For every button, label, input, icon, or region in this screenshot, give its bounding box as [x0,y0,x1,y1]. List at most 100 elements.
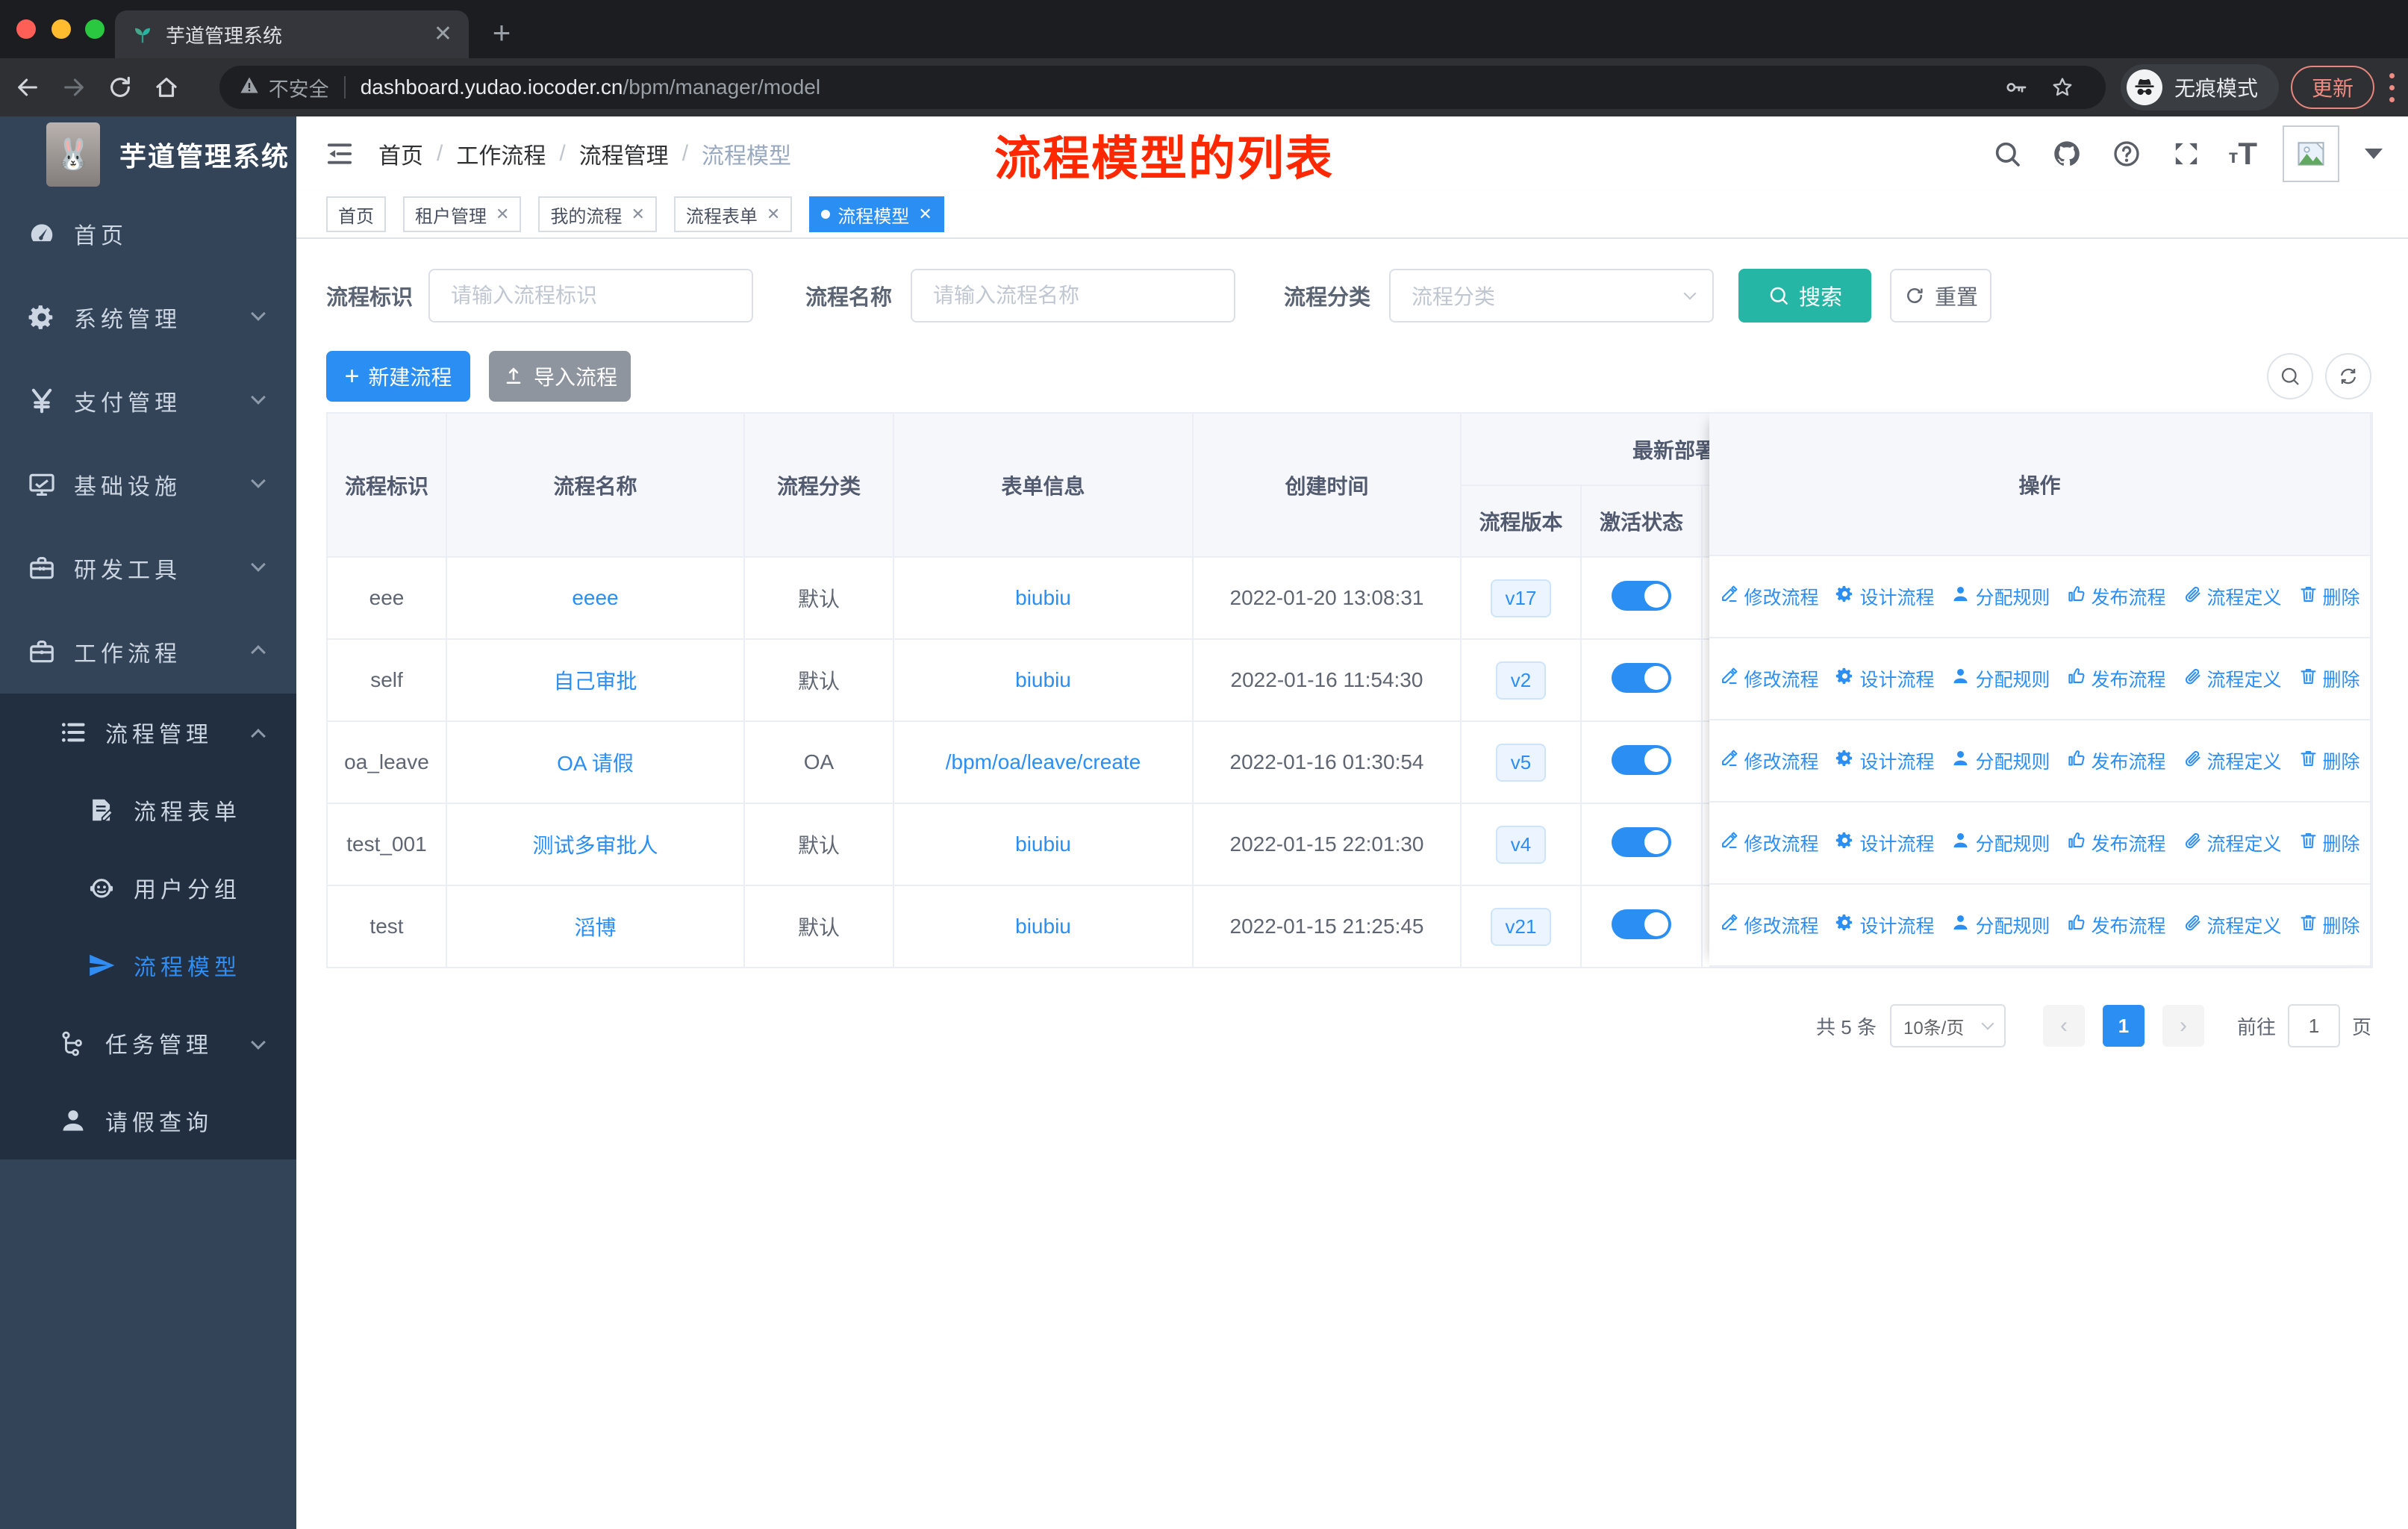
sidebar-item-研发工具[interactable]: 研发工具 [0,526,296,610]
action-删除[interactable]: 删除 [2298,829,2360,856]
tag-close-icon[interactable]: ✕ [767,205,780,224]
action-分配规则[interactable]: 分配规则 [1950,747,2050,774]
form-info-link[interactable]: biubiu [1015,915,1071,938]
fold-sidebar-icon[interactable] [322,136,358,172]
tag-首页[interactable]: 首页 [326,196,386,232]
reload-icon[interactable] [102,69,139,106]
form-info-link[interactable]: biubiu [1015,586,1071,609]
page-size-select[interactable]: 10条/页 [1889,1004,2006,1047]
active-toggle[interactable] [1612,744,1671,775]
version-badge[interactable]: v4 [1495,825,1547,864]
home-icon[interactable] [148,69,185,106]
tab-close-icon[interactable]: ✕ [434,23,452,46]
update-button[interactable]: 更新 [2290,66,2374,109]
sidebar-item-请假查询[interactable]: 请假查询 [0,1082,296,1159]
tag-流程模型[interactable]: 流程模型 ✕ [809,196,944,232]
github-icon[interactable] [2050,137,2084,171]
reset-button[interactable]: 重置 [1890,269,1992,323]
window-close-button[interactable] [16,19,36,39]
active-toggle[interactable] [1612,826,1671,857]
browser-tab[interactable]: 芋道管理系统 ✕ [115,10,469,58]
filter-key-input[interactable] [428,269,754,323]
action-分配规则[interactable]: 分配规则 [1950,829,2050,856]
sidebar-item-流程模型[interactable]: 流程模型 [0,927,296,1004]
font-size-icon[interactable]: тT [2229,138,2257,169]
tag-close-icon[interactable]: ✕ [631,205,644,224]
tag-租户管理[interactable]: 租户管理 ✕ [403,196,522,232]
active-toggle[interactable] [1612,580,1671,611]
filter-category-select[interactable]: 流程分类 [1389,269,1715,323]
action-修改流程[interactable]: 修改流程 [1719,747,1818,774]
action-分配规则[interactable]: 分配规则 [1950,912,2050,938]
active-toggle[interactable] [1612,662,1671,693]
star-icon[interactable] [2050,75,2074,99]
form-info-link[interactable]: /bpm/oa/leave/create [946,750,1141,773]
menu-dots-icon[interactable] [2385,69,2399,107]
breadcrumb-home[interactable]: 首页 [378,137,423,170]
action-修改流程[interactable]: 修改流程 [1719,665,1818,692]
action-修改流程[interactable]: 修改流程 [1719,829,1818,856]
action-删除[interactable]: 删除 [2298,665,2360,692]
fullscreen-icon[interactable] [2169,137,2203,171]
action-设计流程[interactable]: 设计流程 [1835,829,1934,856]
action-发布流程[interactable]: 发布流程 [2067,829,2166,856]
user-avatar[interactable] [2283,125,2339,182]
model-name-link[interactable]: 滔博 [574,916,616,939]
action-流程定义[interactable]: 流程定义 [2183,829,2282,856]
forward-icon[interactable] [55,69,93,106]
action-修改流程[interactable]: 修改流程 [1719,583,1818,610]
version-badge[interactable]: v2 [1495,661,1547,700]
new-tab-button[interactable]: + [481,12,523,54]
next-page-button[interactable]: › [2162,1005,2204,1047]
tag-close-icon[interactable]: ✕ [918,205,932,224]
version-badge[interactable]: v5 [1495,743,1547,782]
sidebar-item-任务管理[interactable]: 任务管理 [0,1004,296,1082]
sidebar-item-系统管理[interactable]: 系统管理 [0,275,296,359]
model-name-link[interactable]: OA 请假 [557,752,634,775]
warning-icon[interactable] [239,75,260,101]
url-bar[interactable]: 不安全 dashboard.yudao.iocoder.cn/bpm/manag… [219,66,2106,109]
action-发布流程[interactable]: 发布流程 [2067,747,2166,774]
action-删除[interactable]: 删除 [2298,747,2360,774]
action-流程定义[interactable]: 流程定义 [2183,747,2282,774]
sidebar-item-支付管理[interactable]: 支付管理 [0,359,296,443]
model-name-link[interactable]: eeee [572,586,618,609]
action-设计流程[interactable]: 设计流程 [1835,583,1934,610]
action-流程定义[interactable]: 流程定义 [2183,912,2282,938]
action-设计流程[interactable]: 设计流程 [1835,912,1934,938]
sidebar-item-首页[interactable]: 首页 [0,192,296,275]
action-分配规则[interactable]: 分配规则 [1950,665,2050,692]
goto-page-input[interactable] [2287,1004,2340,1047]
window-minimize-button[interactable] [52,19,71,39]
form-info-link[interactable]: biubiu [1015,832,1071,856]
sidebar-item-流程表单[interactable]: 流程表单 [0,771,296,849]
breadcrumb-workflow[interactable]: 工作流程 [456,137,546,170]
breadcrumb-process-manage[interactable]: 流程管理 [579,137,669,170]
action-流程定义[interactable]: 流程定义 [2183,583,2282,610]
tag-我的流程[interactable]: 我的流程 ✕ [538,196,657,232]
action-分配规则[interactable]: 分配规则 [1950,583,2050,610]
action-修改流程[interactable]: 修改流程 [1719,912,1818,938]
tag-流程表单[interactable]: 流程表单 ✕ [673,196,793,232]
filter-name-input[interactable] [911,269,1236,323]
create-process-button[interactable]: + 新建流程 [326,351,470,402]
back-icon[interactable] [9,69,46,106]
help-icon[interactable] [2109,137,2144,171]
search-button[interactable]: 搜索 [1738,269,1872,323]
window-zoom-button[interactable] [85,19,105,39]
sidebar-item-基础设施[interactable]: 基础设施 [0,443,296,526]
version-badge[interactable]: v17 [1490,579,1552,617]
active-toggle[interactable] [1612,909,1671,939]
action-发布流程[interactable]: 发布流程 [2067,583,2166,610]
action-设计流程[interactable]: 设计流程 [1835,665,1934,692]
prev-page-button[interactable]: ‹ [2042,1005,2085,1047]
sidebar-item-工作流程[interactable]: 工作流程 [0,610,296,694]
action-流程定义[interactable]: 流程定义 [2183,665,2282,692]
action-发布流程[interactable]: 发布流程 [2067,912,2166,938]
show-search-icon[interactable] [2267,353,2313,399]
sidebar-item-流程管理[interactable]: 流程管理 [0,694,296,771]
version-badge[interactable]: v21 [1490,907,1552,946]
form-info-link[interactable]: biubiu [1015,668,1071,691]
action-发布流程[interactable]: 发布流程 [2067,665,2166,692]
key-icon[interactable] [2004,75,2028,99]
